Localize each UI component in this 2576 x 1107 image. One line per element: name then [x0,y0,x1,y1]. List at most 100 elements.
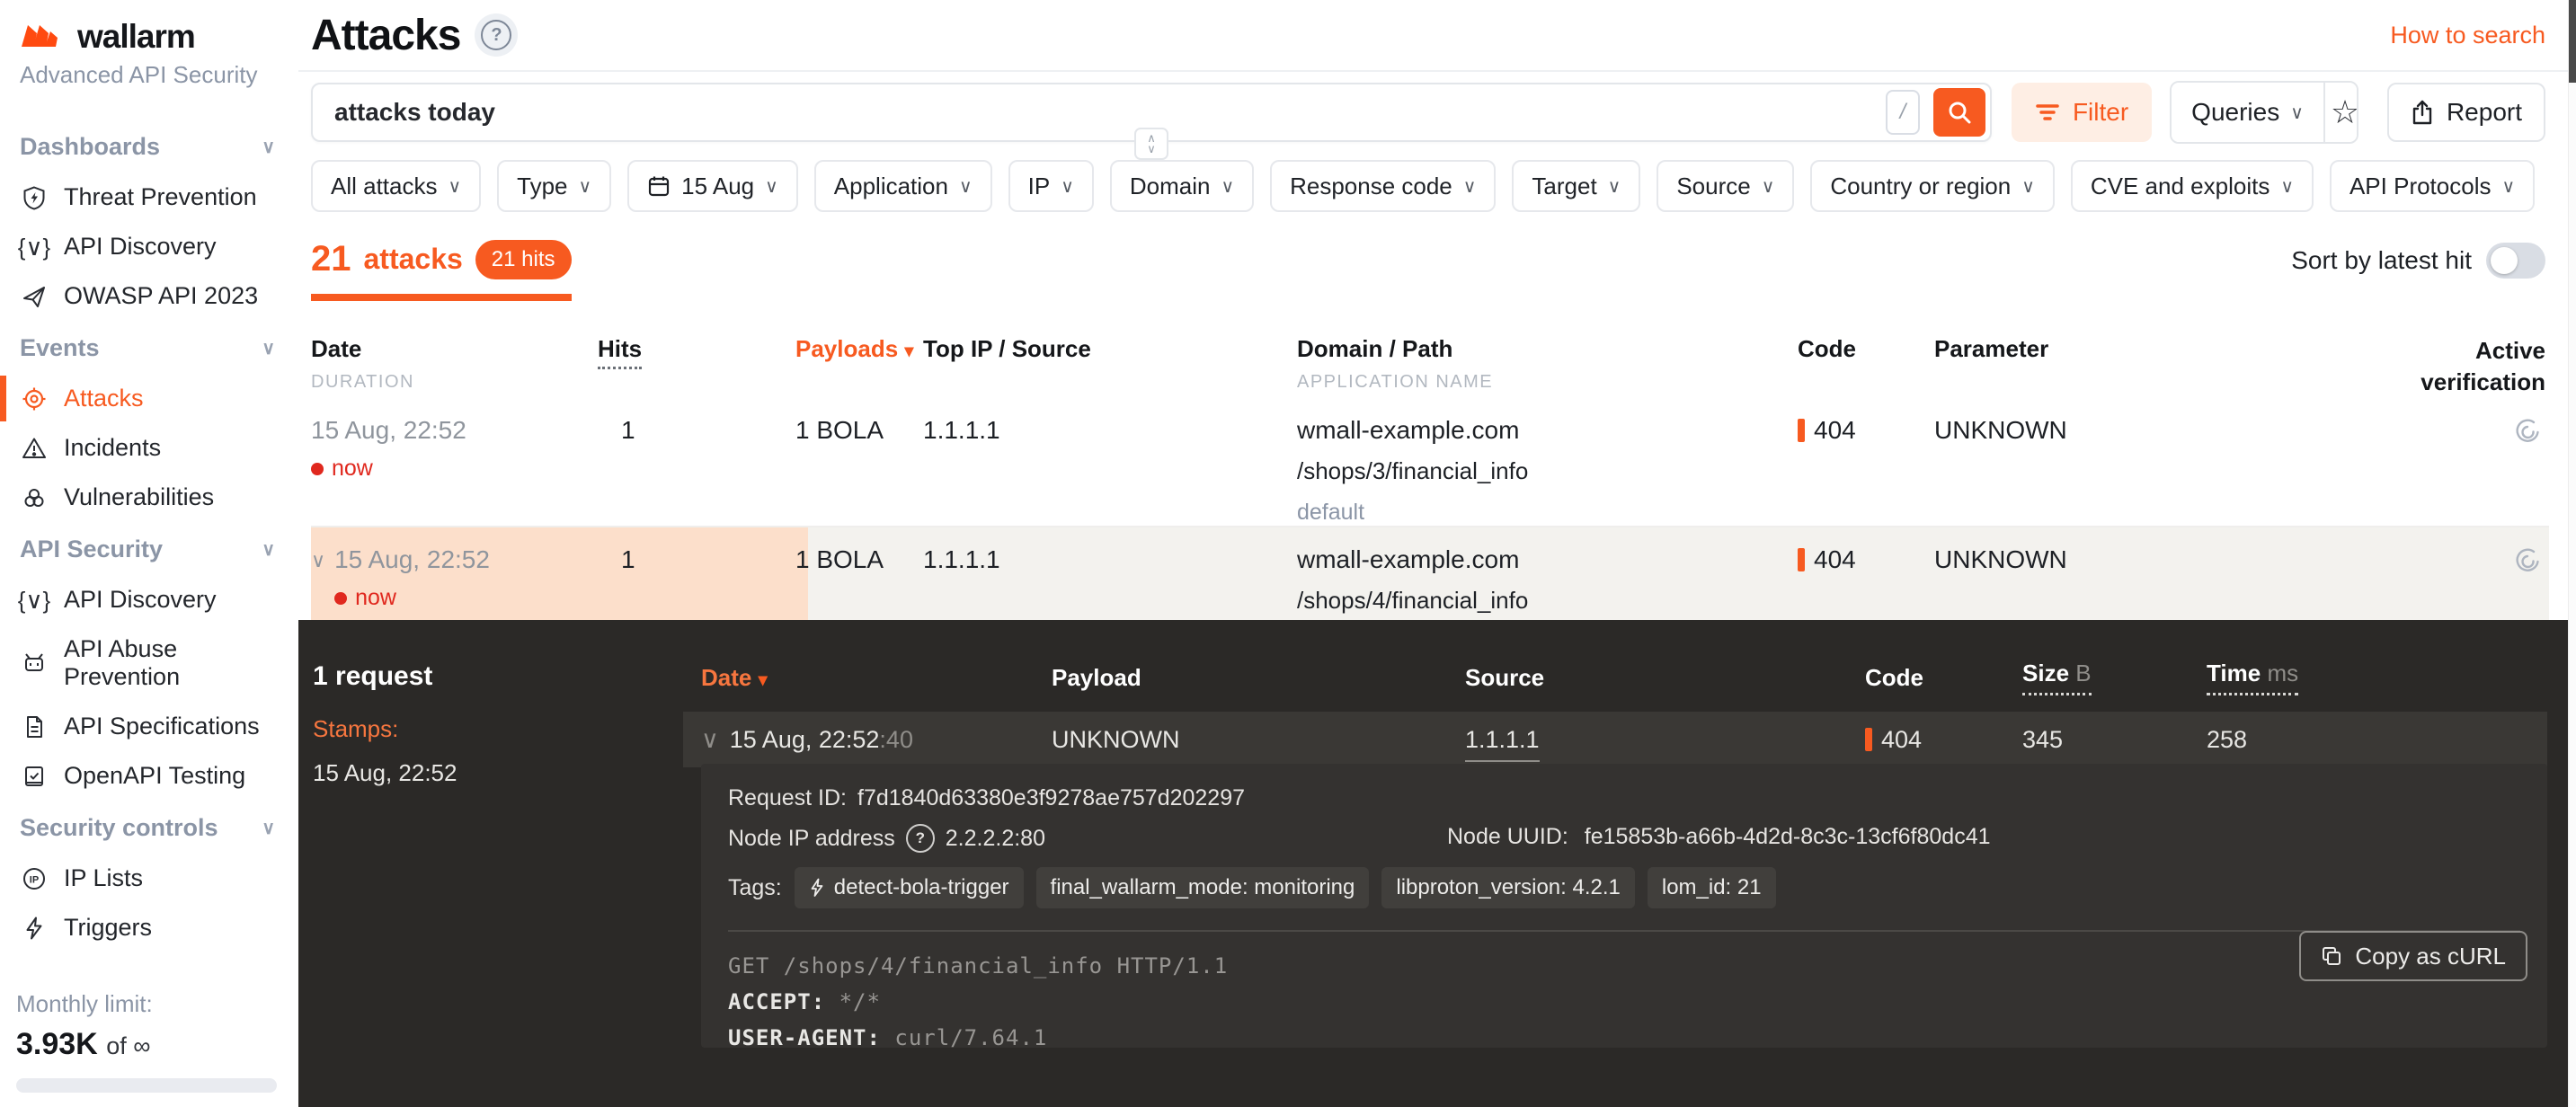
filter-icon [2035,102,2060,123]
report-button[interactable]: Report [2387,83,2545,142]
request-row[interactable]: ∨ 15 Aug, 22:52:40 UNKNOWN 1.1.1.1 404 3… [683,712,2547,767]
attack-duration: now [311,456,466,482]
queries-button[interactable]: Queries ∨ [2172,83,2323,142]
sidebar-item-threat-prevention[interactable]: Threat Prevention [0,173,298,222]
sidebar-item-vulnerabilities[interactable]: Vulnerabilities [0,473,298,522]
sidebar-item-attacks[interactable]: Attacks [0,374,298,423]
chip-label: Country or region [1830,173,2011,200]
section-security-controls[interactable]: Security controls ∨ [0,801,298,854]
sidebar-item-ip-lists[interactable]: IP IP Lists [0,854,298,903]
chip-label: Source [1676,173,1750,200]
chip-api-protocols[interactable]: API Protocols∨ [2330,160,2535,212]
search-expand-handle[interactable]: ∧∨ [1134,128,1168,160]
target-icon [20,386,49,412]
scrollbar-thumb[interactable] [2569,0,2576,83]
chevron-down-icon[interactable]: ∨ [311,549,325,572]
sidebar-item-triggers[interactable]: Triggers [0,903,298,952]
chip-country[interactable]: Country or region∨ [1810,160,2055,212]
help-icon[interactable]: ? [475,13,518,57]
chip-cve[interactable]: CVE and exploits∨ [2071,160,2314,212]
sort-desc-icon: ▾ [904,341,913,361]
active-verification-icon[interactable] [2513,416,2544,447]
attack-parameter: UNKNOWN [1934,398,2247,445]
sidebar-item-api-discovery-dash[interactable]: {∨} API Discovery [0,222,298,271]
chevron-down-icon: ∨ [262,817,275,839]
attacks-count-tab[interactable]: 21 attacks 21 hits [311,239,572,301]
copy-as-curl-button[interactable]: Copy as cURL [2299,931,2527,981]
sidebar-item-api-abuse-prevention[interactable]: API Abuse Prevention [0,624,298,702]
how-to-search-link[interactable]: How to search [2390,22,2545,49]
col-top-ip: Top IP / Source [923,335,1297,363]
chip-all-attacks[interactable]: All attacks∨ [311,160,481,212]
col-hits[interactable]: Hits [598,335,795,363]
section-dashboards[interactable]: Dashboards ∨ [0,120,298,173]
sidebar-nav: Dashboards ∨ Threat Prevention {∨} API D… [0,120,298,952]
monthly-limit-of: of ∞ [106,1032,150,1059]
col-size[interactable]: Size B [2022,660,2207,695]
sidebar-item-api-specifications[interactable]: API Specifications [0,702,298,751]
chevron-down-icon: ∨ [1762,175,1775,198]
sidebar-item-owasp-api-2023[interactable]: OWASP API 2023 [0,271,298,321]
col-date[interactable]: Date ▾ [701,664,1052,692]
active-verification-icon[interactable] [2513,545,2544,576]
filter-button[interactable]: Filter [2012,83,2152,142]
chip-type[interactable]: Type∨ [497,160,611,212]
tags-label: Tags: [728,875,782,901]
attack-code-cell: 404 [1798,398,1934,445]
tag-lom-id[interactable]: lom_id: 21 [1648,867,1776,908]
chip-domain[interactable]: Domain∨ [1110,160,1254,212]
stamps-label[interactable]: Stamps: [313,715,690,743]
attacks-table-header: Date DURATION Hits Payloads ▾ Top IP / S… [311,335,2549,398]
col-time[interactable]: Time ms [2207,660,2547,695]
attack-path: /shops/4/financial_info [1297,587,1798,615]
col-parameter: Parameter [1934,335,2247,363]
col-payload: Payload [1052,664,1465,692]
chevron-down-icon: ∨ [2501,175,2515,198]
sort-toggle[interactable] [2486,243,2545,279]
chip-response-code[interactable]: Response code∨ [1270,160,1496,212]
sidebar-item-incidents[interactable]: Incidents [0,423,298,473]
attack-top-ip[interactable]: 1.1.1.1 [923,527,1297,574]
brand-subtitle: Advanced API Security [20,61,298,89]
request-count: 1 request [313,661,690,692]
col-payloads[interactable]: Payloads ▾ [795,335,923,363]
chip-ip[interactable]: IP∨ [1008,160,1094,212]
chip-label: CVE and exploits [2091,173,2270,200]
attack-top-ip[interactable]: 1.1.1.1 [923,398,1297,445]
warning-triangle-icon [20,436,49,461]
section-api-security[interactable]: API Security ∨ [0,522,298,575]
attack-row[interactable]: 15 Aug, 22:52 now 1 1 BOLA 1.1.1.1 wmall… [311,398,2549,527]
requests-table: Date ▾ Payload Source Code Size B Time m… [701,660,2547,767]
chip-application[interactable]: Application∨ [814,160,992,212]
chip-target[interactable]: Target∨ [1512,160,1640,212]
attack-application[interactable]: default [1297,500,1798,526]
paper-plane-icon [20,284,49,309]
tag-final-wallarm-mode[interactable]: final_wallarm_mode: monitoring [1036,867,1370,908]
sidebar-item-openapi-testing[interactable]: OpenAPI Testing [0,751,298,801]
report-label: Report [2447,98,2522,127]
attack-hits: 1 [598,527,795,574]
chevron-down-icon: ∨ [765,175,778,198]
section-events[interactable]: Events ∨ [0,321,298,374]
live-dot-icon [311,463,324,475]
sidebar-item-label: Attacks [64,385,144,412]
help-icon[interactable]: ? [906,824,935,853]
request-source[interactable]: 1.1.1.1 [1465,726,1540,762]
search-box[interactable]: / ∧∨ [311,83,1992,142]
sidebar-item-api-discovery[interactable]: {∨} API Discovery [0,575,298,624]
tag-detect-bola-trigger[interactable]: detect-bola-trigger [795,867,1024,908]
document-icon [20,714,49,739]
request-id-line: Request ID: f7d1840d63380e3f9278ae757d20… [728,785,2520,811]
chip-date[interactable]: 15 Aug∨ [627,160,798,212]
chevron-down-icon: ∨ [2290,102,2304,124]
chip-source[interactable]: Source ∨ [1657,160,1794,212]
page-scrollbar[interactable] [2568,0,2576,1107]
search-button[interactable] [1933,88,1985,137]
tag-libproton-version[interactable]: libproton_version: 4.2.1 [1381,867,1635,908]
search-input[interactable] [333,97,1873,128]
chevron-down-icon[interactable]: ∨ [701,726,719,754]
sidebar-item-label: API Discovery [64,586,217,614]
favorite-star-button[interactable]: ☆ [2323,83,2358,142]
attack-domain: wmall-example.com [1297,545,1798,574]
request-detail-panel: 1 request Stamps: 15 Aug, 22:52 Date ▾ P… [298,620,2569,1107]
